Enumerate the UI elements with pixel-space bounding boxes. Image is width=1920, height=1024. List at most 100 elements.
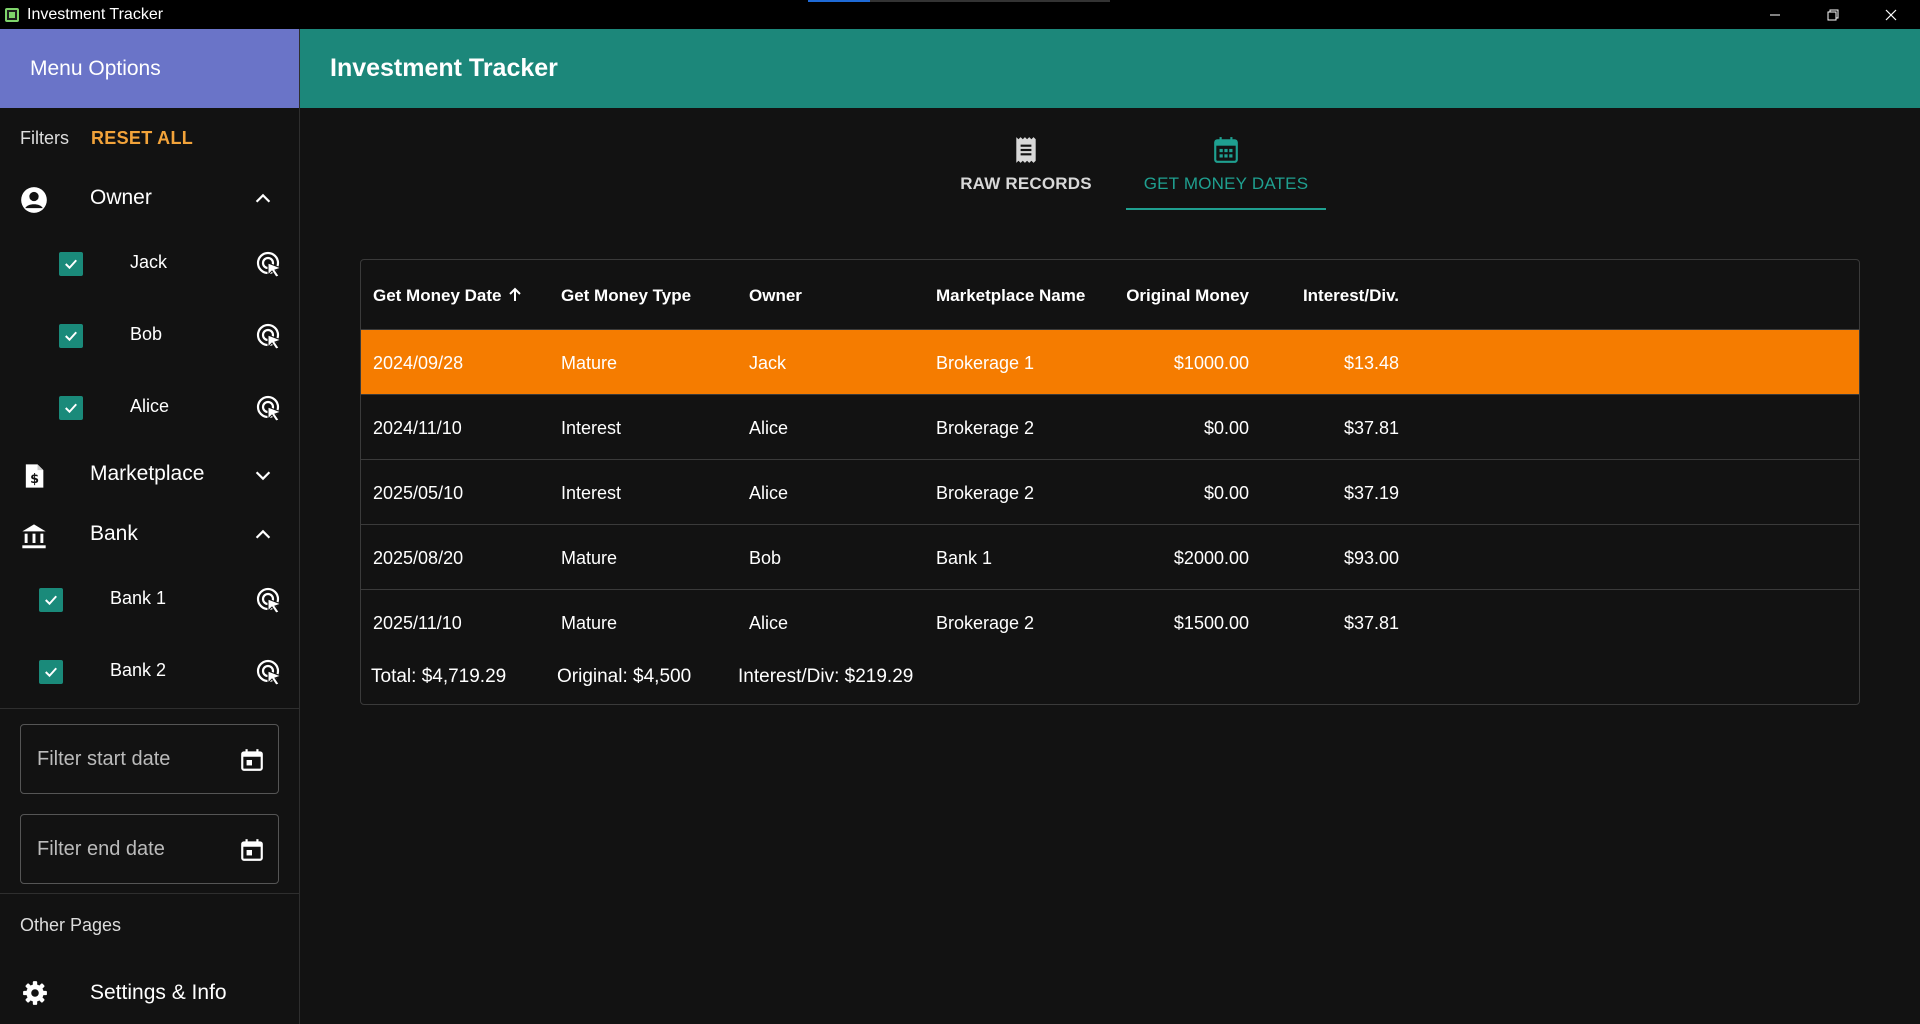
cell-owner: Alice — [749, 613, 789, 633]
other-pages-label: Other Pages — [20, 915, 122, 935]
owner-section-toggle[interactable]: Owner — [0, 168, 299, 228]
cell-interest: $93.00 — [1343, 548, 1399, 568]
table-header-row: Get Money Date Get Money Type Owner Mark… — [361, 260, 1859, 330]
check-icon — [65, 259, 77, 270]
cell-interest: $13.48 — [1343, 353, 1399, 373]
cell-type: Interest — [561, 483, 622, 503]
bank-section-toggle[interactable]: Bank — [0, 504, 299, 564]
cell-type: Mature — [561, 353, 618, 373]
marketplace-section-label: Marketplace — [90, 462, 205, 485]
calendar-icon[interactable] — [239, 747, 265, 773]
cell-type: Mature — [561, 613, 618, 633]
start-date-input[interactable] — [37, 745, 227, 773]
restore-button[interactable] — [1804, 0, 1862, 29]
cell-marketplace: Brokerage 2 — [936, 483, 1035, 503]
cell-type: Mature — [561, 548, 618, 568]
cell-marketplace: Brokerage 2 — [936, 418, 1035, 438]
select-only-icon[interactable] — [255, 658, 283, 686]
table-row[interactable]: 2025/08/20 Mature Bob Bank 1 $2000.00 $9… — [361, 525, 1859, 590]
chevron-up-icon — [255, 193, 271, 203]
cell-original-money: $2000.00 — [1173, 548, 1249, 568]
marketplace-section-toggle[interactable]: $ Marketplace — [0, 444, 299, 504]
close-button[interactable] — [1862, 0, 1920, 29]
cell-original-money: $1500.00 — [1173, 613, 1249, 633]
select-only-icon[interactable] — [255, 322, 283, 350]
table-row[interactable]: 2024/11/10 Interest Alice Brokerage 2 $0… — [361, 395, 1859, 460]
gear-icon — [23, 981, 47, 1005]
column-header-type[interactable]: Get Money Type — [561, 286, 691, 306]
bank-item-bank-2: Bank 2 — [0, 636, 299, 708]
cell-marketplace: Brokerage 1 — [936, 353, 1035, 373]
end-date-field[interactable] — [20, 814, 279, 884]
end-date-input[interactable] — [37, 835, 227, 863]
cell-interest: $37.81 — [1343, 418, 1399, 438]
column-header-original-money[interactable]: Original Money — [1126, 286, 1249, 306]
tab-raw-records[interactable]: RAW RECORDS — [926, 130, 1126, 210]
calendar-icon — [1214, 137, 1238, 163]
tab-label: GET MONEY DATES — [1143, 174, 1309, 193]
column-header-owner[interactable]: Owner — [749, 286, 802, 306]
bank-item-label: Bank 1 — [110, 588, 167, 608]
title-progress — [808, 0, 1110, 2]
cell-owner: Alice — [749, 418, 789, 438]
select-only-icon[interactable] — [255, 586, 283, 614]
column-header-interest[interactable]: Interest/Div. — [1303, 286, 1399, 306]
sidebar: Menu Options Filters RESET ALL Owner Jac… — [0, 29, 300, 1024]
chevron-down-icon — [255, 471, 271, 481]
sidebar-divider — [0, 708, 299, 709]
owner-alice-checkbox[interactable] — [59, 396, 83, 420]
tab-get-money-dates[interactable]: GET MONEY DATES — [1126, 130, 1326, 210]
bank-section-label: Bank — [90, 522, 138, 545]
original-total: Original: $4,500 — [557, 666, 692, 687]
cell-owner: Jack — [749, 353, 787, 373]
minimize-icon — [1770, 14, 1780, 15]
cell-original-money: $1000.00 — [1173, 353, 1249, 373]
window-title: Investment Tracker — [27, 5, 164, 23]
cell-marketplace: Bank 1 — [936, 548, 993, 568]
column-header-marketplace[interactable]: Marketplace Name — [936, 286, 1085, 306]
view-tabs: RAW RECORDS GET MONEY DATES — [926, 130, 1326, 210]
owner-item-jack: Jack — [0, 228, 299, 300]
table-row[interactable]: 2025/05/10 Interest Alice Brokerage 2 $0… — [361, 460, 1859, 525]
restore-icon — [1827, 9, 1839, 20]
select-only-icon[interactable] — [255, 394, 283, 422]
settings-info-label: Settings & Info — [90, 981, 227, 1004]
cell-date: 2024/11/10 — [373, 418, 462, 438]
table-row[interactable]: 2024/09/28 Mature Jack Brokerage 1 $1000… — [361, 330, 1859, 395]
owner-item-bob: Bob — [0, 300, 299, 372]
cell-marketplace: Brokerage 2 — [936, 613, 1035, 633]
close-icon — [1885, 9, 1897, 20]
tab-label: RAW RECORDS — [960, 174, 1092, 193]
start-date-field[interactable] — [20, 724, 279, 794]
settings-info-link[interactable]: Settings & Info — [0, 969, 299, 1019]
owner-item-alice: Alice — [0, 372, 299, 444]
cell-interest: $37.19 — [1343, 483, 1399, 503]
select-only-icon[interactable] — [255, 250, 283, 278]
bank-item-bank-1: Bank 1 — [0, 564, 299, 636]
owner-jack-checkbox[interactable] — [59, 252, 83, 276]
cell-original-money: $0.00 — [1203, 418, 1249, 438]
check-icon — [45, 667, 57, 678]
cell-date: 2025/11/10 — [373, 613, 462, 633]
owner-section-label: Owner — [90, 186, 152, 209]
check-icon — [65, 331, 77, 342]
owner-bob-checkbox[interactable] — [59, 324, 83, 348]
table-row[interactable]: 2025/11/10 Mature Alice Brokerage 2 $150… — [361, 590, 1859, 655]
bank-item-label: Bank 2 — [110, 660, 167, 680]
bank-icon — [22, 524, 46, 549]
filters-label: Filters — [20, 127, 69, 148]
interest-total: Interest/Div: $219.29 — [738, 666, 914, 687]
app-icon — [5, 7, 19, 22]
reset-all-button[interactable]: RESET ALL — [91, 128, 193, 149]
svg-text:$: $ — [30, 472, 39, 487]
bank-2-checkbox[interactable] — [39, 660, 63, 684]
column-header-date[interactable]: Get Money Date — [373, 286, 523, 306]
sort-arrow-up-icon — [509, 287, 522, 301]
cell-date: 2025/08/20 — [373, 548, 464, 568]
minimize-button[interactable] — [1746, 0, 1804, 29]
check-icon — [45, 595, 57, 606]
account-circle-icon — [21, 187, 47, 213]
bank-1-checkbox[interactable] — [39, 588, 63, 612]
calendar-icon[interactable] — [239, 837, 265, 863]
get-money-dates-table: Get Money Date Get Money Type Owner Mark… — [360, 259, 1860, 705]
